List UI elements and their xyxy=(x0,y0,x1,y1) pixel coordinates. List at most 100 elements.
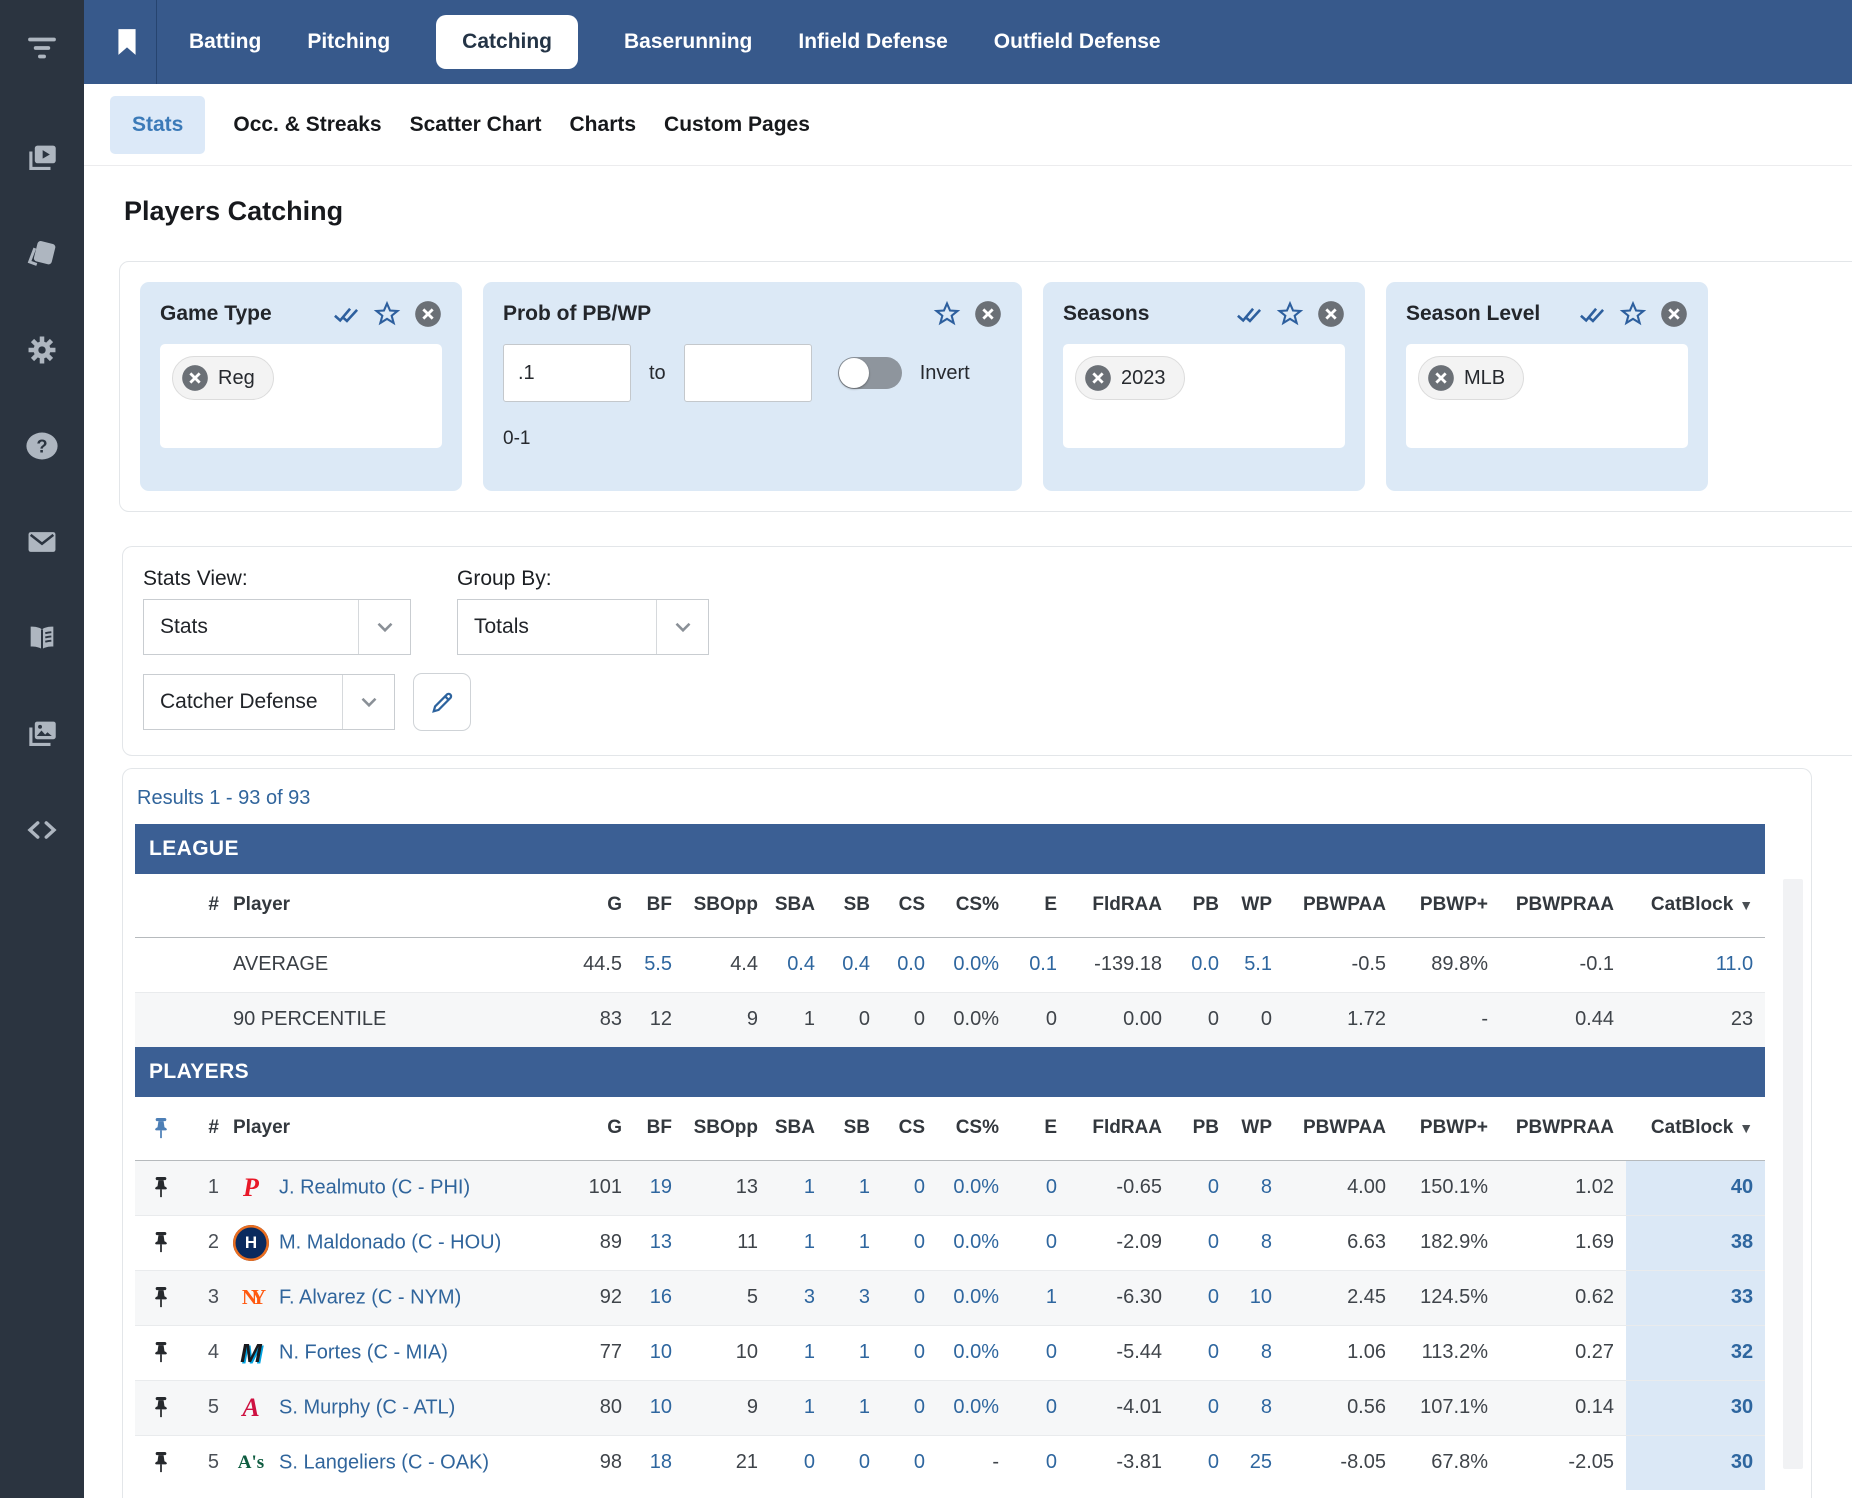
filter-values-box[interactable]: Reg xyxy=(160,344,442,448)
player-link[interactable]: M. Maldonado (C - HOU) xyxy=(279,1231,501,1253)
cell-e[interactable]: 0 xyxy=(1011,1325,1069,1380)
chip-remove-icon[interactable] xyxy=(1084,364,1112,392)
select-all-icon[interactable] xyxy=(1235,300,1263,328)
favorite-star-icon[interactable] xyxy=(933,300,961,328)
col-fldraa[interactable]: FldRAA xyxy=(1069,874,1174,937)
cell-wp[interactable]: 8 xyxy=(1231,1215,1284,1270)
scrollbar-track[interactable] xyxy=(1783,879,1803,1469)
col-e[interactable]: E xyxy=(1011,874,1069,937)
glossary-icon[interactable] xyxy=(20,616,64,660)
col-rank[interactable]: # xyxy=(187,1097,227,1160)
help-icon[interactable]: ? xyxy=(20,424,64,468)
remove-filter-icon[interactable] xyxy=(1660,300,1688,328)
remove-filter-icon[interactable] xyxy=(414,300,442,328)
cell-e[interactable]: 0 xyxy=(1011,1435,1069,1490)
pin-icon[interactable] xyxy=(135,1215,187,1270)
cell-wp[interactable]: 8 xyxy=(1231,1325,1284,1380)
player-link[interactable]: F. Alvarez (C - NYM) xyxy=(279,1286,461,1308)
cell-e[interactable]: 0 xyxy=(1011,1215,1069,1270)
cell-bf[interactable]: 5.5 xyxy=(634,937,684,992)
col-catblock[interactable]: CatBlock▼ xyxy=(1626,1097,1765,1160)
col-e[interactable]: E xyxy=(1011,1097,1069,1160)
cell-cs[interactable]: 0.0% xyxy=(937,1380,1011,1435)
cell-bf[interactable]: 10 xyxy=(634,1380,684,1435)
col-cs[interactable]: CS xyxy=(882,874,937,937)
filter-values-box[interactable]: 2023 xyxy=(1063,344,1345,448)
pin-icon[interactable] xyxy=(135,1435,187,1490)
col-pbwpaa[interactable]: PBWPAA xyxy=(1284,1097,1398,1160)
cell-bf[interactable]: 16 xyxy=(634,1270,684,1325)
pin-icon[interactable] xyxy=(135,1160,187,1215)
player-link[interactable]: J. Realmuto (C - PHI) xyxy=(279,1176,470,1198)
col-cs[interactable]: CS% xyxy=(937,874,1011,937)
player-link[interactable]: N. Fortes (C - MIA) xyxy=(279,1341,448,1363)
cell-sb[interactable]: 3 xyxy=(827,1270,882,1325)
favorite-star-icon[interactable] xyxy=(373,300,401,328)
invert-toggle[interactable] xyxy=(838,357,902,389)
tab-pitching[interactable]: Pitching xyxy=(307,30,390,54)
cell-pb[interactable]: 0 xyxy=(1174,1380,1231,1435)
cell-sba[interactable]: 1 xyxy=(770,1325,827,1380)
col-pb[interactable]: PB xyxy=(1174,1097,1231,1160)
col-pbwp[interactable]: PBWP+ xyxy=(1398,1097,1500,1160)
cell-sba[interactable]: 0.4 xyxy=(770,937,827,992)
subtab-stats[interactable]: Stats xyxy=(110,96,205,154)
cell-pb[interactable]: 0 xyxy=(1174,1435,1231,1490)
cell-catblock[interactable]: 30 xyxy=(1626,1380,1765,1435)
col-wp[interactable]: WP xyxy=(1231,874,1284,937)
col-cs[interactable]: CS xyxy=(882,1097,937,1160)
filter-icon[interactable] xyxy=(20,26,64,70)
cell-bf[interactable]: 19 xyxy=(634,1160,684,1215)
cell-cs[interactable]: 0 xyxy=(882,1325,937,1380)
col-g[interactable]: G xyxy=(574,1097,634,1160)
col-pbwpraa[interactable]: PBWPRAA xyxy=(1500,874,1626,937)
select-all-icon[interactable] xyxy=(1578,300,1606,328)
cell-sba[interactable]: 1 xyxy=(770,1380,827,1435)
cell-catblock[interactable]: 40 xyxy=(1626,1160,1765,1215)
flashcards-icon[interactable] xyxy=(20,232,64,276)
tab-batting[interactable]: Batting xyxy=(189,30,261,54)
col-sb[interactable]: SB xyxy=(827,1097,882,1160)
cell-cs[interactable]: 0.0% xyxy=(937,1325,1011,1380)
cell-wp[interactable]: 10 xyxy=(1231,1270,1284,1325)
col-pbwpaa[interactable]: PBWPAA xyxy=(1284,874,1398,937)
prob-from-input[interactable] xyxy=(503,344,631,402)
code-icon[interactable] xyxy=(20,808,64,852)
stats-view-select[interactable]: Stats xyxy=(143,599,411,655)
cell-cs[interactable]: 0 xyxy=(882,1215,937,1270)
player-link[interactable]: S. Langeliers (C - OAK) xyxy=(279,1451,489,1473)
cell-sb[interactable]: 0.4 xyxy=(827,937,882,992)
cell-catblock[interactable]: 30 xyxy=(1626,1435,1765,1490)
col-bf[interactable]: BF xyxy=(634,874,684,937)
cell-sb[interactable]: 1 xyxy=(827,1380,882,1435)
col-cs[interactable]: CS% xyxy=(937,1097,1011,1160)
pin-icon[interactable] xyxy=(135,1325,187,1380)
cell-e[interactable]: 0.1 xyxy=(1011,937,1069,992)
cell-cs[interactable]: 0.0% xyxy=(937,1270,1011,1325)
col-wp[interactable]: WP xyxy=(1231,1097,1284,1160)
subtab-occ-streaks[interactable]: Occ. & Streaks xyxy=(233,113,381,137)
cell-catblock[interactable]: 11.0 xyxy=(1626,937,1765,992)
pin-icon[interactable] xyxy=(135,1270,187,1325)
col-pbwpraa[interactable]: PBWPRAA xyxy=(1500,1097,1626,1160)
tab-baserunning[interactable]: Baserunning xyxy=(624,30,752,54)
tab-infield-defense[interactable]: Infield Defense xyxy=(798,30,947,54)
subtab-scatter-chart[interactable]: Scatter Chart xyxy=(410,113,542,137)
cell-cs[interactable]: 0.0% xyxy=(937,937,1011,992)
cell-cs[interactable]: 0 xyxy=(882,1380,937,1435)
cell-catblock[interactable]: 32 xyxy=(1626,1325,1765,1380)
cell-cs[interactable]: 0 xyxy=(882,1160,937,1215)
cell-cs[interactable]: 0.0 xyxy=(882,937,937,992)
player-link[interactable]: S. Murphy (C - ATL) xyxy=(279,1396,455,1418)
col-sba[interactable]: SBA xyxy=(770,1097,827,1160)
edit-report-button[interactable] xyxy=(413,673,471,731)
cell-pb[interactable]: 0.0 xyxy=(1174,937,1231,992)
chip-remove-icon[interactable] xyxy=(1427,364,1455,392)
filter-values-box[interactable]: MLB xyxy=(1406,344,1688,448)
mail-icon[interactable] xyxy=(20,520,64,564)
cell-sba[interactable]: 0 xyxy=(770,1435,827,1490)
prob-to-input[interactable] xyxy=(684,344,812,402)
cell-wp[interactable]: 5.1 xyxy=(1231,937,1284,992)
col-sb[interactable]: SB xyxy=(827,874,882,937)
cell-bf[interactable]: 10 xyxy=(634,1325,684,1380)
